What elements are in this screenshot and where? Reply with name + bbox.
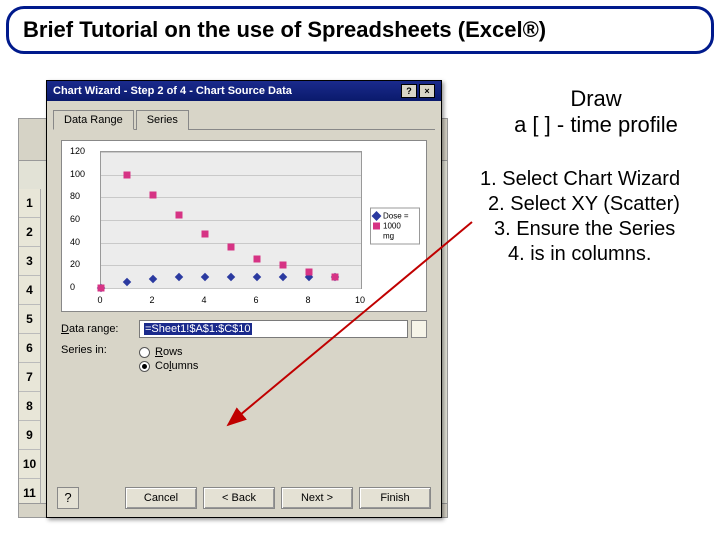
help-button[interactable]: ?	[57, 487, 79, 509]
data-point	[254, 255, 261, 262]
data-range-row: Data range: =Sheet1!$A$1:$C$10	[61, 320, 427, 338]
series-in-row: Series in: Rows Columns	[61, 344, 427, 374]
y-tick: 20	[70, 259, 80, 269]
x-tick: 6	[253, 295, 258, 305]
chart-preview: Dose = 1000 mg 0 20 40 60 80 100 120 0 2 4 6 8 10	[61, 140, 427, 312]
close-icon[interactable]: ×	[419, 84, 435, 98]
slide-title-box: Brief Tutorial on the use of Spreadsheet…	[6, 6, 714, 54]
radio-rows[interactable]: Rows	[139, 346, 198, 358]
chart-legend: Dose = 1000 mg	[370, 208, 420, 245]
data-point	[124, 171, 131, 178]
tab-strip: Data Range Series	[53, 109, 435, 130]
data-point	[149, 275, 157, 283]
row-header[interactable]: 4	[19, 276, 40, 305]
row-header[interactable]: 7	[19, 363, 40, 392]
slide-title: Brief Tutorial on the use of Spreadsheet…	[23, 17, 697, 43]
row-header[interactable]: 5	[19, 305, 40, 334]
data-point	[227, 272, 235, 280]
steps-list: 1. Select Chart Wizard 2. Select XY (Sca…	[476, 167, 716, 267]
data-point	[228, 244, 235, 251]
data-range-value: =Sheet1!$A$1:$C$10	[144, 323, 252, 335]
legend-label-3: mg	[383, 232, 394, 241]
radio-columns[interactable]: Columns	[139, 360, 198, 372]
y-tick: 60	[70, 214, 80, 224]
draw-line1: Draw	[476, 86, 716, 112]
row-header[interactable]: 6	[19, 334, 40, 363]
data-point	[98, 285, 105, 292]
step-3: 3. Ensure the Series	[480, 217, 716, 242]
dialog-title: Chart Wizard - Step 2 of 4 - Chart Sourc…	[53, 85, 399, 97]
legend-swatch-2	[373, 223, 380, 230]
legend-swatch-1	[372, 211, 382, 221]
row-header[interactable]: 1	[19, 189, 40, 218]
next-button[interactable]: Next >	[281, 487, 353, 509]
data-point	[332, 273, 339, 280]
row-header[interactable]: 2	[19, 218, 40, 247]
data-range-input[interactable]: =Sheet1!$A$1:$C$10	[139, 320, 408, 338]
data-point	[176, 212, 183, 219]
x-tick: 8	[305, 295, 310, 305]
step-1: 1. Select Chart Wizard	[480, 167, 716, 192]
row-header[interactable]: 10	[19, 450, 40, 479]
draw-heading: Draw a [ ] - time profile	[476, 86, 716, 139]
instructions-panel: Draw a [ ] - time profile 1. Select Char…	[476, 86, 716, 267]
data-point	[279, 272, 287, 280]
tab-data-range[interactable]: Data Range	[53, 110, 134, 130]
row-header[interactable]: 3	[19, 247, 40, 276]
data-range-label-text: ata range:	[69, 323, 119, 335]
y-tick: 80	[70, 191, 80, 201]
row-headers: 1 2 3 4 5 6 7 8 9 10 11	[19, 189, 41, 503]
legend-label-2: 1000	[383, 222, 401, 231]
row-header[interactable]: 8	[19, 392, 40, 421]
finish-button[interactable]: Finish	[359, 487, 431, 509]
y-tick: 0	[70, 282, 75, 292]
data-range-label: Data range:	[61, 323, 139, 335]
legend-label-1: Dose =	[383, 212, 409, 221]
radio-columns-label: Columns	[155, 360, 198, 372]
step-4: 4. is in columns.	[480, 242, 716, 267]
radio-rows-label: Rows	[155, 346, 183, 358]
data-point	[175, 272, 183, 280]
data-point	[253, 272, 261, 280]
chart-wizard-dialog: Chart Wizard - Step 2 of 4 - Chart Sourc…	[46, 80, 442, 518]
data-point	[201, 272, 209, 280]
y-tick: 100	[70, 169, 85, 179]
y-tick: 120	[70, 146, 85, 156]
draw-line2: a [ ] - time profile	[476, 112, 716, 138]
step-2: 2. Select XY (Scatter)	[480, 192, 716, 217]
data-point	[123, 278, 131, 286]
radio-group: Rows Columns	[139, 344, 198, 374]
radio-icon	[139, 347, 150, 358]
data-point	[202, 230, 209, 237]
x-tick: 4	[201, 295, 206, 305]
plot-area	[100, 151, 362, 289]
row-header[interactable]: 9	[19, 421, 40, 450]
range-picker-icon[interactable]	[411, 320, 427, 338]
data-point	[280, 262, 287, 269]
dialog-button-row: ? Cancel < Back Next > Finish	[47, 487, 441, 509]
data-point	[150, 192, 157, 199]
back-button[interactable]: < Back	[203, 487, 275, 509]
tab-series[interactable]: Series	[136, 110, 189, 130]
x-tick: 10	[355, 295, 365, 305]
radio-icon	[139, 361, 150, 372]
data-point	[306, 269, 313, 276]
series-in-label: Series in:	[61, 344, 139, 356]
cancel-button[interactable]: Cancel	[125, 487, 197, 509]
y-tick: 40	[70, 237, 80, 247]
help-icon[interactable]: ?	[401, 84, 417, 98]
x-tick: 0	[97, 295, 102, 305]
x-tick: 2	[149, 295, 154, 305]
dialog-titlebar[interactable]: Chart Wizard - Step 2 of 4 - Chart Sourc…	[47, 81, 441, 101]
